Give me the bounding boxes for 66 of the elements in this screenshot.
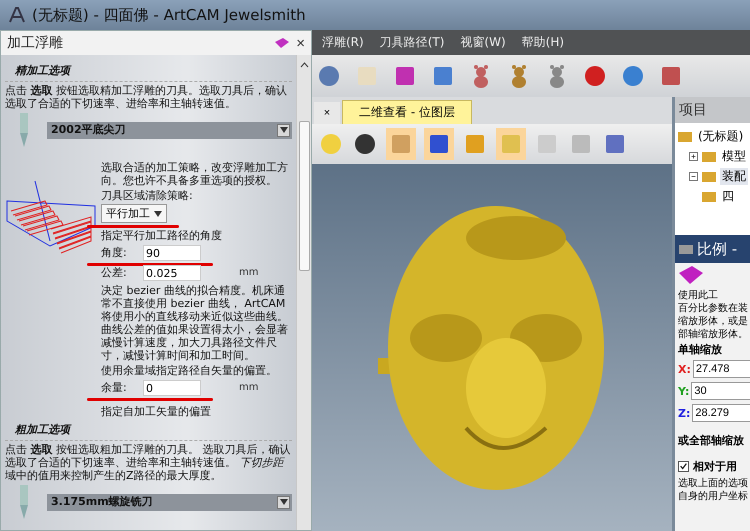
strategy-label: 刀具区域清除策略: bbox=[101, 189, 194, 202]
menu-item[interactable]: 刀具路径(T) bbox=[380, 34, 444, 51]
axis-label: X: bbox=[678, 362, 691, 376]
help-text: 自身的用户坐标 bbox=[678, 490, 747, 503]
help-text: 选取上面的选项 bbox=[678, 477, 747, 490]
unit-label: mm bbox=[239, 381, 258, 395]
input-field[interactable]: 27.478 bbox=[692, 360, 750, 378]
bezier-note: 决定 bezier 曲线的拟合精度。机床通常不直接使用 bezier 曲线， ArtCAM 将使用小的直线移动来近似这些曲线。曲线公差的值如果设置得太小，会显著减慢计算速度，加大刀具路径文件尺寸，减慢计算时间和加工时间。 bbox=[101, 284, 288, 362]
unit-label: mm bbox=[239, 266, 258, 280]
end-mill-icon bbox=[19, 113, 29, 147]
scroll-up-icon[interactable] bbox=[300, 61, 308, 69]
allowance-note: 使用余量域指定路径自矢量的偏置。 bbox=[101, 364, 278, 377]
axis-label: Y: bbox=[678, 384, 690, 398]
tree-item[interactable]: 装配 bbox=[720, 168, 748, 184]
tree-item[interactable]: 模型 bbox=[720, 148, 748, 164]
section-heading: 精加工选项 bbox=[5, 59, 292, 82]
help-text: 缩放形体，或是 bbox=[678, 315, 747, 328]
section-heading: 粗加工选项 bbox=[5, 418, 292, 441]
tool-dropdown[interactable]: 2002平底尖刀 bbox=[47, 122, 292, 138]
folder-icon bbox=[701, 189, 717, 203]
field-label: 余量: bbox=[101, 381, 128, 395]
menu-item[interactable]: 帮助(H) bbox=[522, 34, 564, 51]
help-text: 使用此工 bbox=[678, 289, 719, 302]
app-logo-icon bbox=[8, 6, 26, 24]
input-field[interactable]: 30 bbox=[691, 382, 750, 400]
help-text: 百分比参数在装 bbox=[678, 302, 747, 315]
input-field[interactable]: 28.279 bbox=[692, 404, 750, 422]
section-label: 单轴缩放 bbox=[678, 343, 723, 356]
menu-item[interactable]: 视窗(W) bbox=[460, 34, 506, 51]
checkbox[interactable] bbox=[678, 460, 689, 472]
instruction-text: 点击 选取 按钮选取粗加工浮雕的刀具。 选取刀具后，确认选取了合适的下切速率、进给率和主轴转速值。 下切步距 域中的值用来控制产生的Z路径的最大厚度。 bbox=[5, 443, 292, 482]
field-label: 公差: bbox=[101, 266, 128, 280]
input-field[interactable]: 0 bbox=[143, 380, 201, 396]
caret-icon bbox=[280, 127, 288, 133]
tree-item[interactable]: 四 bbox=[720, 188, 736, 204]
scrollbar-thumb[interactable] bbox=[298, 121, 310, 271]
folder-icon bbox=[701, 149, 717, 163]
instruction-text: 点击 选取 按钮选取精加工浮雕的刀具。选取刀具后，确认选取了合适的下切速率、进给率和主轴转速值。 bbox=[5, 84, 288, 110]
section-label: 或全部轴缩放 bbox=[678, 434, 745, 447]
panel-title: 加工浮雕 bbox=[7, 34, 64, 52]
document-tab[interactable]: 二维查看 - 位图层 bbox=[342, 100, 472, 124]
menu-item[interactable]: 浮雕(R) bbox=[322, 34, 364, 51]
tool-dropdown[interactable]: 3.175mm螺旋铣刀 bbox=[47, 494, 292, 510]
expand-toggle[interactable] bbox=[689, 152, 698, 160]
caret-icon bbox=[280, 499, 288, 505]
tree-item[interactable]: (无标题) bbox=[696, 128, 746, 144]
panel-title: 比例 - bbox=[697, 240, 738, 258]
checkbox-label: 相对于用 bbox=[693, 460, 737, 472]
allowance-hint: 指定自加工矢量的偏置 bbox=[101, 405, 212, 418]
strategy-note: 选取合适的加工策略，改变浮雕加工方向。您也许不具备多重选项的授权。 bbox=[101, 160, 288, 187]
close-button[interactable]: × bbox=[296, 36, 305, 50]
folder-icon bbox=[677, 129, 693, 143]
panel-title: 项目 bbox=[675, 97, 750, 123]
help-text: 部轴缩放形体。 bbox=[678, 328, 747, 341]
end-mill-icon bbox=[19, 485, 29, 519]
strategy-dropdown[interactable]: 平行加工 bbox=[101, 204, 167, 223]
expand-toggle[interactable] bbox=[689, 172, 698, 180]
folder-icon bbox=[701, 169, 717, 183]
field-label: 角度: bbox=[101, 246, 128, 260]
input-field[interactable]: 90 bbox=[143, 245, 201, 261]
caret-icon bbox=[154, 210, 162, 216]
axis-label: Z: bbox=[678, 406, 690, 420]
input-field[interactable]: 0.025 bbox=[143, 265, 201, 281]
angle-note: 指定平行加工路径的角度 bbox=[101, 229, 223, 242]
close-tab-button[interactable]: × bbox=[314, 102, 340, 124]
window-title: (无标题) - 四面佛 - ArtCAM Jewelsmith bbox=[32, 6, 306, 24]
